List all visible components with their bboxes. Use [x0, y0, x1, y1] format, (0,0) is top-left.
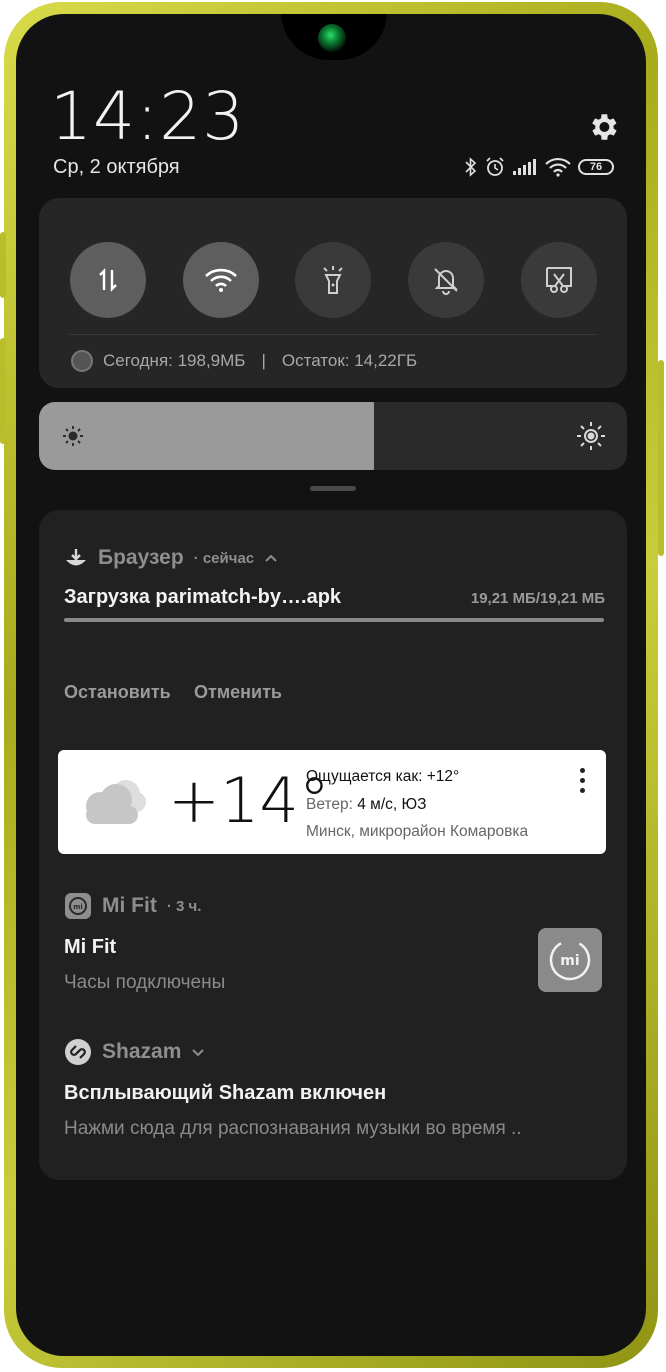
- wind-label: Ветер:: [306, 796, 353, 813]
- alarm-icon: [486, 157, 504, 176]
- browser-header[interactable]: Браузер · сейчас: [64, 546, 278, 570]
- mifit-thumbnail: mi: [538, 928, 602, 992]
- power-button: [658, 360, 664, 556]
- mifit-app-name: Mi Fit: [102, 894, 157, 917]
- shazam-header[interactable]: Shazam: [64, 1038, 205, 1066]
- notification-shade: 14:23 Ср, 2 октября 76 Сегодня: 198,9МБ …: [16, 14, 646, 1356]
- volume-button: [0, 232, 6, 298]
- brightness-slider[interactable]: [39, 402, 627, 470]
- wifi-toggle[interactable]: [183, 242, 259, 318]
- svg-text:mi: mi: [73, 903, 83, 911]
- data-today: Сегодня: 198,9МБ: [103, 351, 246, 370]
- screenshot-toggle[interactable]: [521, 242, 597, 318]
- front-camera: [318, 24, 346, 52]
- mifit-time: · 3 ч.: [166, 897, 202, 915]
- mute-toggle[interactable]: [408, 242, 484, 318]
- weather-location: Минск, микрорайон Комаровка: [306, 823, 529, 840]
- gear-icon[interactable]: [586, 110, 620, 144]
- cancel-button[interactable]: Отменить: [194, 682, 282, 703]
- wifi-icon: [205, 268, 237, 292]
- notifications-panel: Браузер · сейчас Загрузка parimatch-by….…: [39, 510, 627, 1180]
- brightness-high-icon: [577, 422, 605, 450]
- download-title[interactable]: Загрузка parimatch-by….apk: [64, 586, 341, 609]
- shazam-title[interactable]: Всплывающий Shazam включен: [64, 1082, 386, 1105]
- chevron-up-icon[interactable]: [264, 553, 278, 563]
- mi-logo-text: mi: [560, 953, 579, 969]
- browser-time: · сейчас: [193, 549, 255, 567]
- feels-like: Ощущается как: +12°: [306, 768, 460, 785]
- mifit-app-icon: mi: [65, 893, 91, 919]
- screenshot-icon: [546, 267, 572, 293]
- wind-row: Ветер: 4 м/с, ЮЗ: [306, 796, 427, 814]
- mute-bell-icon: [434, 268, 458, 295]
- chevron-down-icon[interactable]: [191, 1047, 205, 1057]
- shazam-app-icon: [65, 1039, 91, 1065]
- drag-handle[interactable]: [310, 486, 356, 491]
- mobile-data-toggle[interactable]: [70, 242, 146, 318]
- data-remaining: Остаток: 14,22ГБ: [281, 351, 418, 370]
- download-size: 19,21 МБ/19,21 МБ: [470, 590, 605, 607]
- data-separator: |: [261, 351, 266, 370]
- weather-widget[interactable]: +14° Ощущается как: +12° Ветер: 4 м/с, Ю…: [58, 750, 606, 854]
- date[interactable]: Ср, 2 октября: [53, 156, 180, 179]
- flashlight-icon: [323, 266, 343, 294]
- cloud-icon: [86, 780, 146, 824]
- shazam-text[interactable]: Нажми сюда для распознавания музыки во в…: [64, 1118, 522, 1140]
- status-icons: 76: [464, 154, 614, 180]
- more-menu-icon[interactable]: [580, 768, 586, 793]
- brightness-fill: [39, 402, 375, 470]
- mifit-text[interactable]: Часы подключены: [64, 972, 225, 994]
- mi-logo-icon: mi: [549, 939, 591, 981]
- data-usage-row[interactable]: Сегодня: 198,9МБ | Остаток: 14,22ГБ: [71, 350, 417, 372]
- shazam-app-name: Shazam: [102, 1040, 182, 1063]
- mobile-data-icon: [99, 268, 117, 292]
- browser-app-name: Браузер: [98, 546, 184, 569]
- download-progress-fill: [64, 618, 604, 622]
- data-usage-icon: [71, 350, 93, 372]
- download-progress: [64, 618, 604, 622]
- clock[interactable]: 14:23: [50, 78, 245, 155]
- volume-button: [0, 338, 6, 444]
- mifit-title[interactable]: Mi Fit: [64, 936, 116, 959]
- quick-settings-panel: Сегодня: 198,9МБ | Остаток: 14,22ГБ: [39, 198, 627, 388]
- download-icon: [66, 549, 86, 566]
- brightness-low-icon: [63, 426, 83, 446]
- mifit-header[interactable]: mi Mi Fit · 3 ч.: [64, 892, 201, 920]
- bluetooth-icon: [465, 157, 477, 177]
- divider: [69, 334, 597, 335]
- wind-value: 4 м/с, ЮЗ: [357, 796, 427, 813]
- stop-button[interactable]: Остановить: [64, 682, 171, 703]
- flashlight-toggle[interactable]: [295, 242, 371, 318]
- signal-icon: [513, 159, 536, 175]
- battery-indicator: 76: [578, 159, 614, 175]
- wifi-status-icon: [545, 157, 571, 177]
